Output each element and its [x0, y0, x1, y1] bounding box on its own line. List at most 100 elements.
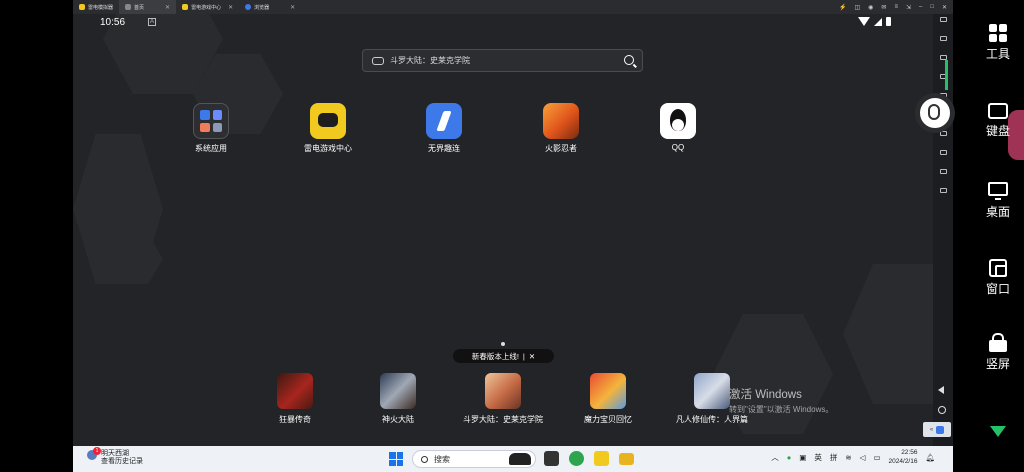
bolt-icon[interactable]: ⚡	[839, 4, 846, 11]
panel-portrait[interactable]: 竖屏	[976, 333, 1020, 372]
search-icon[interactable]	[624, 55, 634, 65]
search-text: 斗罗大陆：史莱克学院	[390, 56, 470, 65]
search-bar[interactable]: 斗罗大陆：史莱克学院	[362, 49, 643, 72]
wifi-icon	[990, 426, 1006, 437]
battery-icon[interactable]: ▭	[873, 453, 880, 462]
close-icon[interactable]: ✕	[290, 4, 295, 11]
home-button-icon[interactable]	[938, 406, 946, 414]
toast-separator: |	[522, 351, 525, 361]
ime-mode[interactable]: 英	[814, 452, 822, 463]
tab-label: 浏览器	[254, 4, 270, 11]
panel-tools[interactable]: 工具	[976, 24, 1020, 62]
close-window-icon[interactable]: ✕	[942, 4, 947, 11]
app-label: 魔力宝贝回忆	[584, 415, 632, 424]
location-icon	[939, 169, 947, 174]
close-icon[interactable]: ✕	[529, 352, 535, 361]
scroll-indicator	[945, 60, 948, 90]
ime-input[interactable]: 拼	[830, 452, 838, 463]
dock-app[interactable]: 斗罗大陆：史莱克学院	[453, 373, 553, 425]
game-icon	[590, 373, 626, 409]
weather-title: 明天西湖	[101, 450, 129, 457]
window-controls: ⚡ ◫ ◉ ✉ ≡ ⇲ – □ ✕	[839, 0, 947, 14]
menu-icon[interactable]: ≡	[894, 4, 898, 10]
panel-label: 竖屏	[985, 357, 1010, 371]
activation-watermark: 激活 Windows 转到"设置"以激活 Windows。	[729, 386, 833, 415]
panel-label: 桌面	[985, 205, 1010, 219]
status-clock: 10:56	[100, 17, 126, 28]
dock-app[interactable]: 狂暴传奇	[245, 373, 345, 425]
weather-icon: 1	[87, 447, 101, 460]
close-icon[interactable]: ✕	[228, 4, 233, 11]
panel-keyboard[interactable]: 键盘	[976, 103, 1020, 139]
task-view-icon[interactable]	[544, 451, 559, 466]
taskbar-clock[interactable]: 22:56 2024/2/16	[889, 448, 918, 466]
app-naruto[interactable]: 火影忍者	[521, 103, 601, 154]
bg-hexagon	[843, 264, 933, 404]
app-label: 狂暴传奇	[279, 415, 311, 424]
notification-icon: A	[148, 18, 156, 26]
panel-desktop[interactable]: 桌面	[976, 182, 1020, 220]
file-explorer-icon[interactable]	[619, 453, 634, 465]
penguin-icon	[660, 103, 696, 139]
monitor-icon	[988, 182, 1008, 200]
sidebar-tool[interactable]	[933, 147, 953, 166]
taskbar-search[interactable]: 搜索	[412, 450, 536, 468]
panel-label: 窗口	[985, 282, 1010, 296]
home-icon	[125, 4, 132, 10]
expand-icon[interactable]: ⇲	[906, 4, 911, 11]
back-icon[interactable]	[938, 386, 944, 394]
windows-start-icon[interactable]	[389, 452, 403, 466]
app-label: 凡人修仙传：人界篇	[676, 415, 748, 424]
app-switch-icon	[936, 425, 945, 434]
dock-app[interactable]: 魔力宝贝回忆	[558, 373, 658, 425]
panel-window[interactable]: 窗口	[976, 259, 1020, 297]
gamepad-icon	[939, 36, 947, 41]
notification-bell-icon[interactable]: 🔔︎	[925, 453, 935, 462]
app-system-apps[interactable]: 系统应用	[171, 103, 251, 154]
update-toast[interactable]: 新春版本上线! | ✕	[453, 349, 554, 363]
mouse-mode-button[interactable]	[915, 93, 955, 133]
system-tray: ︿ ● ▣ 英 拼 ≋ ◁ ▭ 22:56 2024/2/16 🔔︎	[771, 448, 935, 466]
keyboard-icon	[988, 103, 1008, 119]
sidebar-tool[interactable]	[933, 14, 953, 33]
app-game-center[interactable]: 雷电游戏中心	[288, 103, 368, 154]
sidebar-tool[interactable]	[933, 33, 953, 52]
collapse-pill[interactable]: «	[923, 422, 951, 437]
search-icon	[421, 455, 428, 463]
tab-game-center[interactable]: 雷电游戏中心 ✕	[176, 0, 239, 14]
close-icon[interactable]: ✕	[165, 4, 170, 11]
grid-icon	[989, 24, 1007, 42]
tray-app-icon[interactable]: ▣	[799, 453, 806, 462]
emulator-sidebar	[933, 14, 953, 446]
tab-emulator[interactable]: 雷电模拟器	[73, 0, 119, 14]
wechat-icon[interactable]: ●	[787, 453, 792, 462]
minimize-icon[interactable]: –	[919, 4, 922, 10]
dock-app[interactable]: 神火大陆	[348, 373, 448, 425]
tab-home[interactable]: 首页 ✕	[119, 0, 177, 14]
tab-browser[interactable]: 浏览器 ✕	[239, 0, 301, 14]
gamepad-icon[interactable]: ◫	[855, 4, 861, 11]
sidebar-tool[interactable]	[933, 52, 953, 71]
mail-icon[interactable]: ✉	[881, 4, 886, 11]
maximize-icon[interactable]: □	[930, 4, 934, 10]
chevron-up-icon[interactable]: ︿	[771, 452, 779, 463]
keyboard-icon	[939, 17, 947, 22]
panel-label: 工具	[985, 47, 1010, 61]
signal-icon	[874, 17, 882, 26]
weather-widget[interactable]: 1 明天西湖 查看历史记录	[87, 447, 143, 466]
app-qq[interactable]: QQ	[638, 103, 718, 152]
emulator-taskbar-icon[interactable]	[594, 451, 609, 466]
game-icon	[485, 373, 521, 409]
tab-label: 雷电模拟器	[88, 4, 114, 11]
watermark-title: 激活 Windows	[729, 389, 802, 401]
lightning-icon	[426, 103, 462, 139]
edge-browser-icon[interactable]	[569, 451, 584, 466]
volume-icon[interactable]: ◁	[860, 453, 866, 462]
sidebar-tool[interactable]	[933, 185, 953, 204]
app-wujie[interactable]: 无界趣连	[404, 103, 484, 154]
sidebar-tool[interactable]	[933, 71, 953, 90]
sidebar-tool[interactable]	[933, 166, 953, 185]
wifi-icon[interactable]: ≋	[845, 453, 851, 462]
tab-label: 雷电游戏中心	[191, 4, 222, 11]
user-icon[interactable]: ◉	[868, 4, 873, 11]
